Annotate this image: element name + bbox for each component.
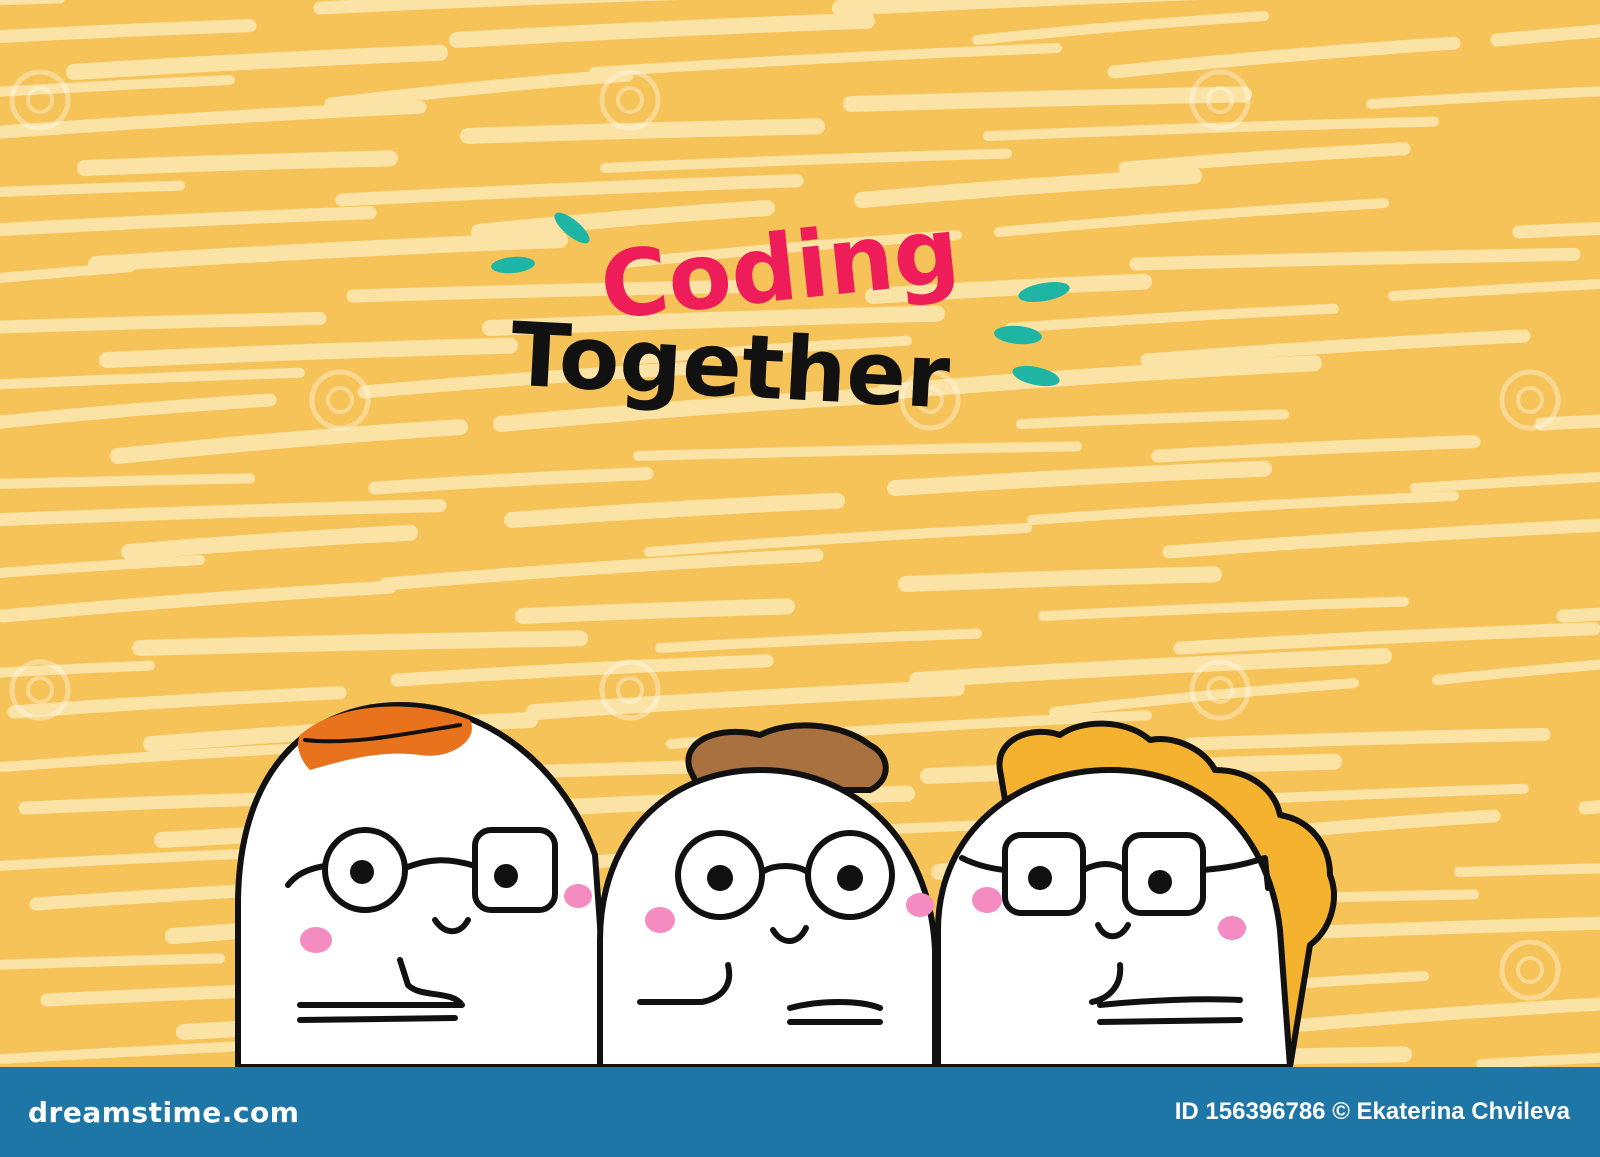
blush-right-1 xyxy=(972,887,1002,913)
blush-right-2 xyxy=(1218,916,1246,940)
stock-image: Coding Together dreamstime.com ID 156396… xyxy=(0,0,1600,1157)
background-stripe xyxy=(515,598,795,624)
blush-middle-1 xyxy=(645,907,675,933)
background-stripe xyxy=(460,118,825,144)
background-stripe xyxy=(77,150,398,176)
background-stripe xyxy=(843,86,1252,112)
footer-credit: ID 156396786 © Ekaterina Chvileva xyxy=(1174,1098,1570,1125)
illustration-panel: Coding Together xyxy=(0,0,1600,1067)
footer-bar: dreamstime.com ID 156396786 © Ekaterina … xyxy=(0,1067,1600,1157)
blush-left-1 xyxy=(300,927,332,953)
blush-middle-2 xyxy=(906,893,934,917)
footer-logo[interactable]: dreamstime.com xyxy=(28,1096,299,1129)
blush-left-2 xyxy=(564,884,592,908)
background-stripe xyxy=(132,630,588,656)
background-stripe xyxy=(898,566,1222,592)
